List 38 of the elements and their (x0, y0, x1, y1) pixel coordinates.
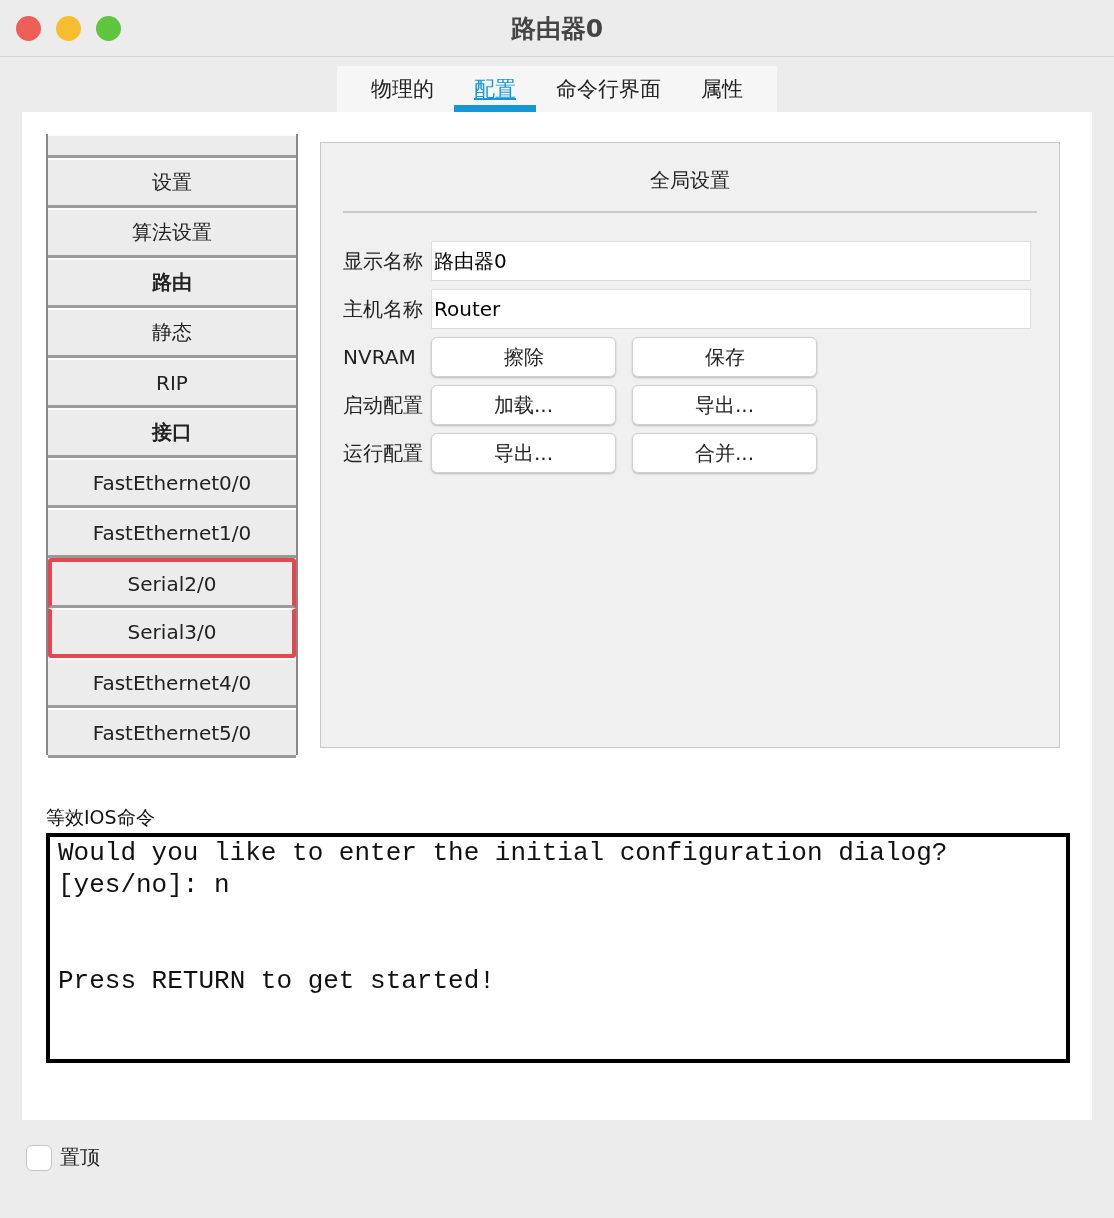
sidebar-item[interactable]: FastEthernet4/0 (48, 658, 296, 708)
checkbox-label: 置顶 (60, 1144, 100, 1171)
sidebar-item[interactable]: FastEthernet0/0 (48, 458, 296, 508)
field-label: 主机名称 (343, 295, 424, 323)
input-field[interactable]: Router (431, 289, 1031, 329)
field-label: 运行配置 (343, 439, 424, 467)
tab[interactable]: 属性 (681, 66, 763, 112)
field-label: 显示名称 (343, 247, 424, 275)
sidebar-item[interactable] (48, 134, 296, 158)
action-button[interactable]: 合并... (632, 433, 817, 473)
checkbox[interactable] (26, 1144, 52, 1171)
terminal-output: Would you like to enter the initial configuration dialog? [yes/no]: n Press RETURN to get started! (46, 833, 1070, 1063)
sidebar-item[interactable]: Serial2/0 (48, 558, 296, 608)
minimize-button[interactable] (56, 16, 81, 41)
sidebar-item[interactable]: RIP (48, 358, 296, 408)
sidebar-item[interactable]: 路由 (48, 258, 296, 308)
panel-title: 全局设置 (649, 167, 731, 194)
sidebar-item[interactable]: FastEthernet1/0 (48, 508, 296, 558)
field-label: 启动配置 (343, 391, 424, 419)
action-button[interactable]: 导出... (632, 385, 817, 425)
sidebar-item[interactable]: 静态 (48, 308, 296, 358)
action-button[interactable]: 擦除 (431, 337, 616, 377)
action-button[interactable]: 加载... (431, 385, 616, 425)
sidebar-item[interactable]: 设置 (48, 158, 296, 208)
sidebar-item[interactable]: 算法设置 (48, 208, 296, 258)
field-label: NVRAM (343, 345, 417, 369)
ios-label: 等效IOS命令 (46, 805, 156, 830)
action-button[interactable]: 保存 (632, 337, 817, 377)
sidebar-item[interactable]: Serial3/0 (48, 608, 296, 658)
tab[interactable]: 物理的 (351, 66, 454, 112)
close-button[interactable] (16, 16, 41, 41)
sidebar-item[interactable]: 接口 (48, 408, 296, 458)
input-field[interactable]: 路由器0 (431, 241, 1031, 281)
sidebar-item[interactable]: FastEthernet5/0 (48, 708, 296, 758)
action-button[interactable]: 导出... (431, 433, 616, 473)
tab[interactable]: 命令行界面 (536, 66, 681, 112)
zoom-button[interactable] (96, 16, 121, 41)
window-title: 路由器0 (510, 12, 604, 45)
